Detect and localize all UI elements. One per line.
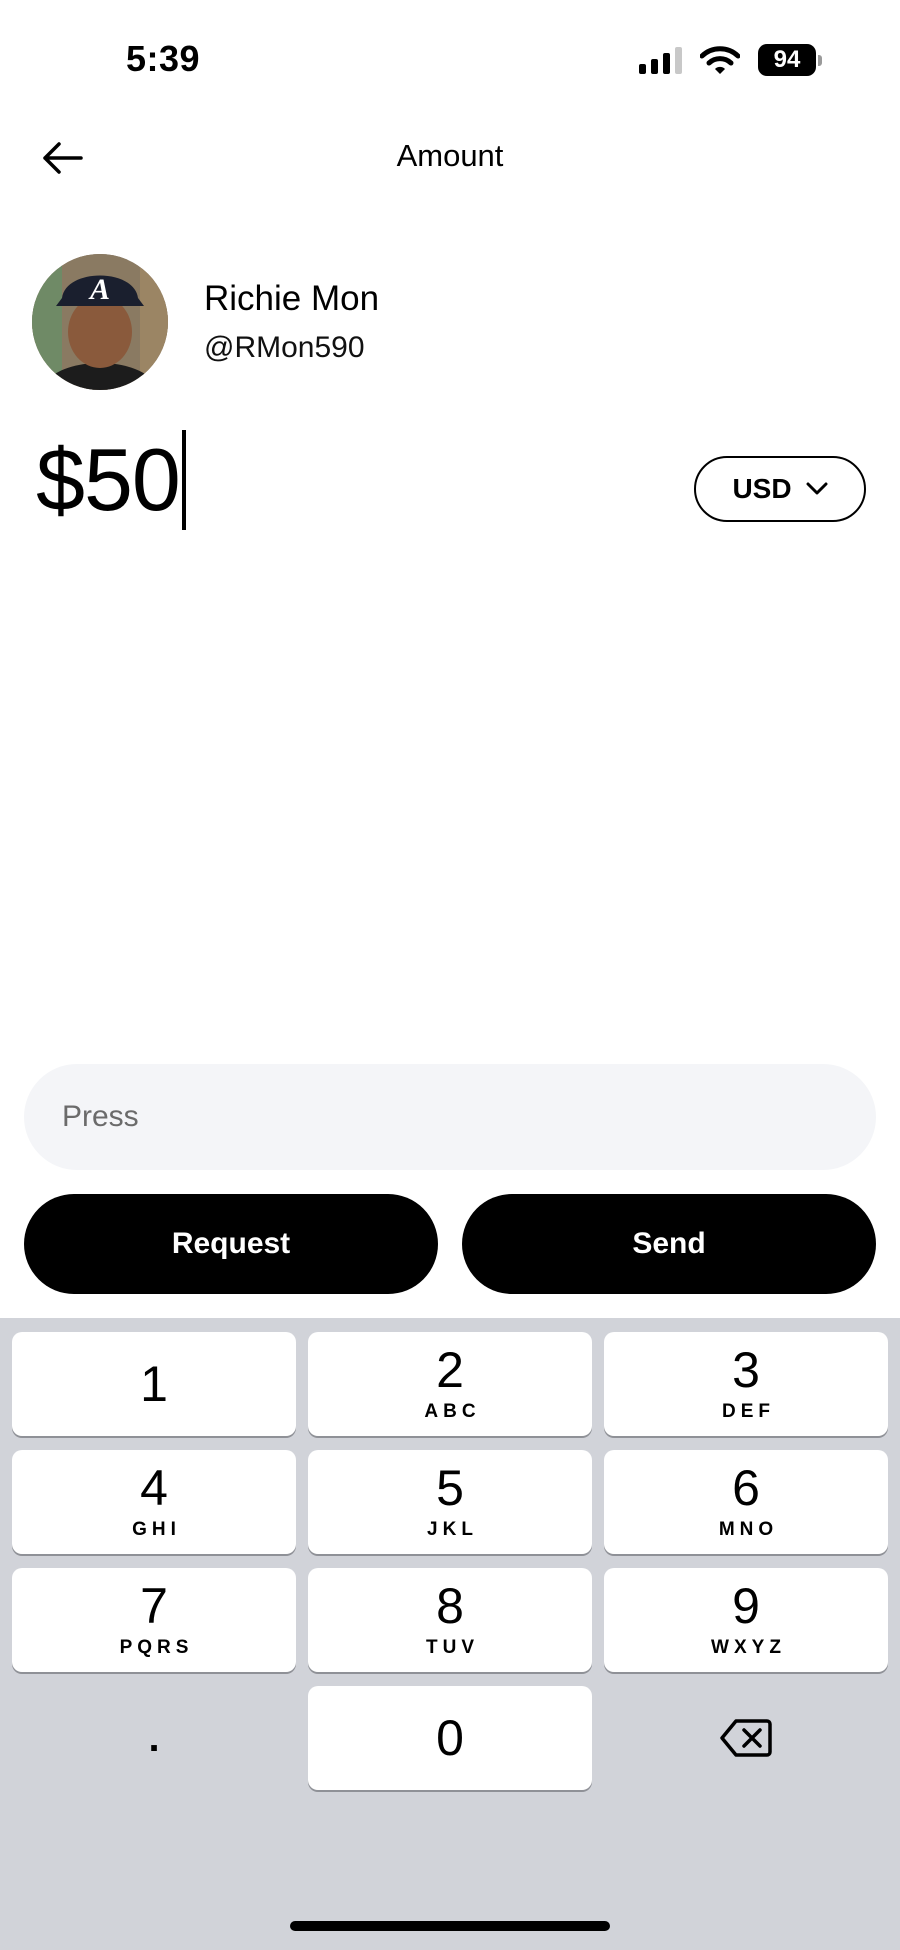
key-0[interactable]: 0 [308, 1686, 592, 1790]
note-field[interactable] [24, 1064, 876, 1170]
status-icons: 94 [639, 44, 822, 76]
chevron-down-icon [806, 482, 828, 495]
key-letters: ABC [424, 1401, 481, 1422]
recipient-info: Richie Mon @RMon590 [204, 279, 379, 365]
key-letters: TUV [426, 1637, 479, 1658]
backspace-icon [720, 1719, 772, 1757]
page-title: Amount [396, 138, 504, 173]
key-digit: 2 [436, 1342, 464, 1398]
key-digit: 6 [732, 1460, 760, 1516]
key-digit: 1 [140, 1356, 168, 1412]
key-letters: MNO [718, 1519, 779, 1540]
recipient-name: Richie Mon [204, 279, 380, 318]
battery-icon: 94 [758, 44, 822, 76]
key-9[interactable]: 9 WXYZ [604, 1568, 888, 1672]
key-8[interactable]: 8 TUV [308, 1568, 592, 1672]
amount-value: $50 [36, 430, 181, 529]
status-bar: 5:39 94 [0, 0, 900, 120]
currency-label: USD [732, 473, 792, 504]
numeric-keypad: 1 2 ABC 3 DEF 4 GHI 5 JKL 6 MNO 7 PQRS 8… [0, 1318, 900, 1950]
key-6[interactable]: 6 MNO [604, 1450, 888, 1554]
key-delete[interactable] [604, 1686, 888, 1790]
key-5[interactable]: 5 JKL [308, 1450, 592, 1554]
decimal-point: . [148, 1715, 160, 1760]
wifi-icon [700, 46, 740, 74]
key-letters: PQRS [119, 1637, 194, 1658]
key-letters: GHI [132, 1519, 181, 1540]
note-input[interactable] [62, 1100, 876, 1134]
request-button[interactable]: Request [24, 1194, 438, 1294]
key-4[interactable]: 4 GHI [12, 1450, 296, 1554]
avatar: A [32, 254, 168, 390]
key-letters: JKL [427, 1519, 478, 1540]
key-1[interactable]: 1 [12, 1332, 296, 1436]
recipient: A Richie Mon @RMon590 [32, 254, 379, 390]
key-digit: 3 [732, 1342, 760, 1398]
key-letters: DEF [722, 1401, 775, 1422]
key-digit: 9 [732, 1578, 760, 1634]
svg-text:A: A [88, 273, 110, 306]
key-2[interactable]: 2 ABC [308, 1332, 592, 1436]
amount-display[interactable]: $50 [36, 430, 186, 530]
key-letters: WXYZ [711, 1637, 786, 1658]
battery-level: 94 [758, 44, 816, 76]
header: Amount [0, 120, 900, 194]
key-digit: 8 [436, 1578, 464, 1634]
key-digit: 7 [140, 1578, 168, 1634]
cellular-signal-icon [639, 46, 682, 74]
key-3[interactable]: 3 DEF [604, 1332, 888, 1436]
key-digit: 0 [436, 1710, 464, 1766]
send-button[interactable]: Send [462, 1194, 876, 1294]
key-digit: 4 [140, 1460, 168, 1516]
text-cursor [181, 430, 186, 530]
recipient-handle: @RMon590 [204, 331, 365, 364]
home-indicator[interactable] [290, 1921, 610, 1931]
key-digit: 5 [436, 1460, 464, 1516]
currency-selector[interactable]: USD [694, 456, 866, 522]
key-decimal[interactable]: . [12, 1686, 296, 1790]
key-7[interactable]: 7 PQRS [12, 1568, 296, 1672]
status-time: 5:39 [126, 38, 201, 79]
